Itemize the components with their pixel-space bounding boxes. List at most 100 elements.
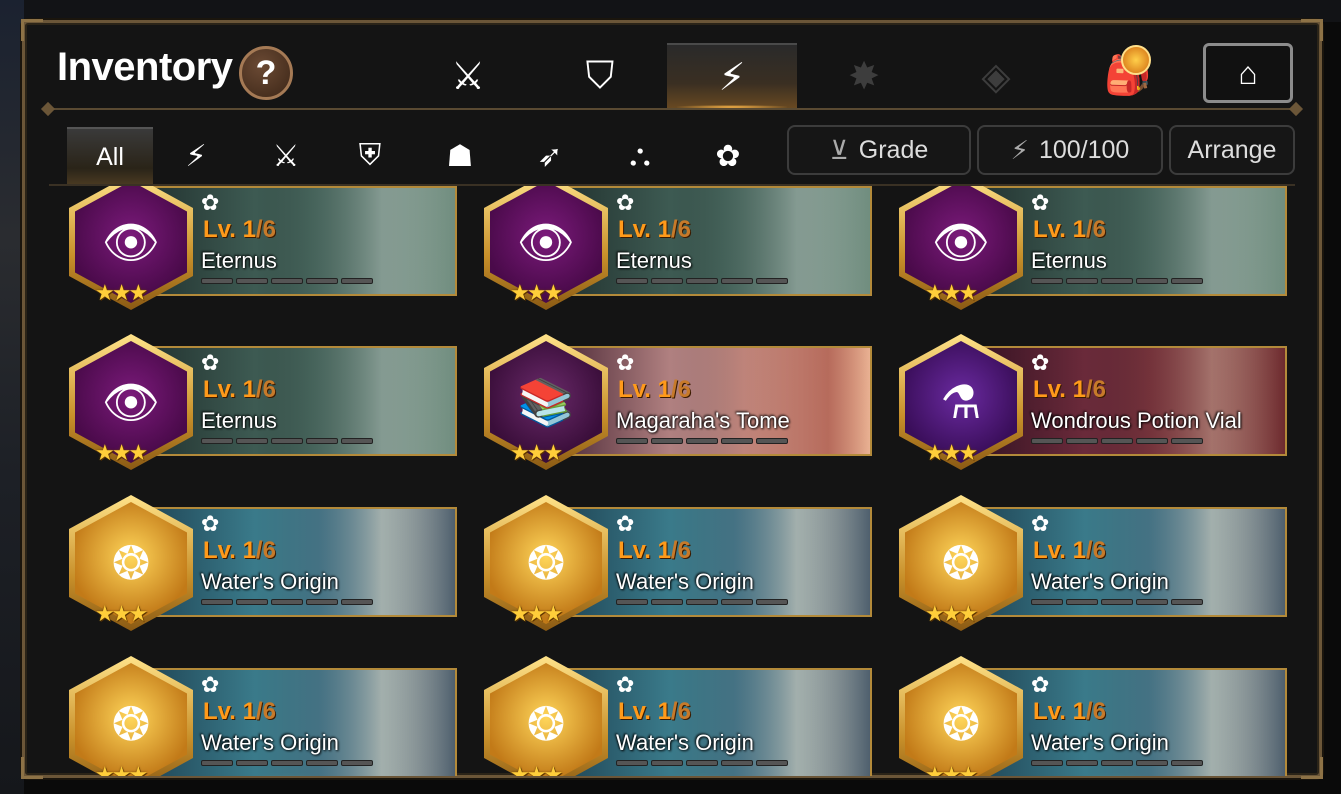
artifact-name: Wondrous Potion Vial: [1031, 408, 1242, 433]
enhance-progress: [616, 599, 788, 605]
artifact-level: Lv. 1/6: [1033, 698, 1106, 725]
enhance-progress: [201, 438, 373, 444]
artifact-icon: ❂: [526, 537, 566, 589]
soul-weaver-icon: ✿: [1031, 672, 1050, 697]
artifact-icon: ❂: [111, 698, 151, 750]
hooded-figure-icon: ☗: [446, 139, 474, 173]
notification-badge: [1121, 45, 1151, 75]
star-rating: ★★★: [925, 762, 978, 776]
cube-icon: ◈: [981, 55, 1011, 98]
filter-all[interactable]: All: [67, 127, 153, 185]
soul-weaver-icon: ✿: [201, 350, 220, 375]
lightning-icon: ⚡: [1010, 134, 1029, 165]
inventory-panel: Inventory ? ⚔ ⛉ ⚡ ✸ ◈ 🎒 ⌂ All ⚡ ⚔ ⛨ ☗ ➶ …: [21, 19, 1325, 779]
artifact-icon: ⚗: [940, 376, 982, 428]
enhance-progress: [1031, 438, 1203, 444]
artifact-card[interactable]: ❂ ★★★ ✿ Lv. 1/6 Water's Origin: [484, 656, 872, 776]
capacity-button[interactable]: ⚡ 100/100: [977, 125, 1163, 175]
artifact-name: Water's Origin: [1031, 569, 1169, 594]
tab-catalysts[interactable]: ✸: [799, 43, 929, 109]
tab-materials[interactable]: ◈: [931, 43, 1061, 109]
artifact-icon: 👁: [931, 216, 991, 268]
filter-knight[interactable]: ⛨: [327, 127, 413, 185]
splash-icon: ✸: [848, 55, 880, 98]
tab-equipment-weapon[interactable]: ⚔: [403, 43, 533, 109]
broken-shield-icon: ⛉: [585, 54, 615, 97]
star-rating: ★★★: [925, 440, 978, 465]
artifact-name: Eternus: [201, 248, 277, 273]
soul-weaver-icon: ✿: [201, 672, 220, 697]
soul-weaver-icon: ✿: [616, 672, 635, 697]
artifact-card[interactable]: ⚗ ★★★ ✿ Lv. 1/6 Wondrous Potion Vial: [899, 334, 1287, 470]
artifact-level: Lv. 1/6: [618, 376, 691, 403]
star-rating: ★★★: [95, 440, 148, 465]
artifact-level: Lv. 1/6: [203, 376, 276, 403]
artifact-icon: ❂: [941, 698, 981, 750]
orbit-lightning-icon: ⚡: [185, 139, 207, 173]
enhance-progress: [616, 760, 788, 766]
star-rating: ★★★: [95, 601, 148, 626]
artifact-name: Magaraha's Tome: [616, 408, 790, 433]
artifact-card[interactable]: ❂ ★★★ ✿ Lv. 1/6 Water's Origin: [899, 656, 1287, 776]
soul-weaver-icon: ✿: [201, 511, 220, 536]
artifact-level: Lv. 1/6: [618, 537, 691, 564]
artifact-card[interactable]: 👁 ★★★ ✿ Lv. 1/6 Eternus: [69, 334, 457, 470]
filter-soul-weaver[interactable]: ✿: [685, 127, 771, 185]
filter-ranger[interactable]: ➶: [507, 127, 593, 185]
page-title: Inventory: [57, 45, 233, 89]
grade-filter-button[interactable]: ⊻ Grade: [787, 125, 971, 175]
crossed-swords-icon: ⚔: [272, 139, 300, 173]
artifact-name: Water's Origin: [616, 730, 754, 755]
artifact-name: Water's Origin: [201, 730, 339, 755]
enhance-progress: [201, 599, 373, 605]
artifact-icon: 📚: [517, 376, 575, 428]
tab-backpack[interactable]: 🎒: [1063, 43, 1193, 109]
artifact-level: Lv. 1/6: [1033, 216, 1106, 243]
star-rating: ★★★: [925, 601, 978, 626]
filter-general[interactable]: ⚡: [153, 127, 239, 185]
artifact-level: Lv. 1/6: [618, 698, 691, 725]
artifact-name: Water's Origin: [616, 569, 754, 594]
artifact-card[interactable]: ❂ ★★★ ✿ Lv. 1/6 Water's Origin: [69, 495, 457, 631]
artifact-name: Eternus: [201, 408, 277, 433]
enhance-progress: [1031, 599, 1203, 605]
artifact-card[interactable]: ❂ ★★★ ✿ Lv. 1/6 Water's Origin: [899, 495, 1287, 631]
knight-shield-icon: ⚔: [450, 55, 486, 98]
filter-thief[interactable]: ☗: [417, 127, 503, 185]
artifact-level: Lv. 1/6: [1033, 537, 1106, 564]
artifact-icon: ❂: [526, 698, 566, 750]
artifact-icon: 👁: [101, 216, 161, 268]
artifact-level: Lv. 1/6: [1033, 376, 1106, 403]
enhance-progress: [201, 760, 373, 766]
artifact-card[interactable]: ❂ ★★★ ✿ Lv. 1/6 Water's Origin: [484, 495, 872, 631]
tab-artifacts[interactable]: ⚡: [667, 43, 797, 109]
star-rating: ★★★: [510, 280, 563, 305]
star-rating: ★★★: [925, 280, 978, 305]
soul-weaver-icon: ✿: [1031, 190, 1050, 215]
filter-warrior[interactable]: ⚔: [243, 127, 329, 185]
enhance-progress: [1031, 760, 1203, 766]
artifact-card[interactable]: 👁 ★★★ ✿ Lv. 1/6 Eternus: [69, 186, 457, 310]
artifact-name: Eternus: [1031, 248, 1107, 273]
artifact-card[interactable]: 👁 ★★★ ✿ Lv. 1/6 Eternus: [899, 186, 1287, 310]
help-button[interactable]: ?: [239, 46, 293, 100]
star-rating: ★★★: [510, 440, 563, 465]
artifact-level: Lv. 1/6: [203, 216, 276, 243]
soul-weaver-icon: ✿: [616, 511, 635, 536]
artifact-card[interactable]: ❂ ★★★ ✿ Lv. 1/6 Water's Origin: [69, 656, 457, 776]
artifact-name: Eternus: [616, 248, 692, 273]
soul-weaver-icon: ✿: [1031, 350, 1050, 375]
shield-icon: ⛨: [358, 139, 382, 172]
arrange-button[interactable]: Arrange: [1169, 125, 1295, 175]
soul-weaver-icon: ✿: [616, 350, 635, 375]
tab-equipment-armor[interactable]: ⛉: [535, 43, 665, 109]
background-left: [0, 0, 24, 794]
artifact-card[interactable]: 📚 ★★★ ✿ Lv. 1/6 Magaraha's Tome: [484, 334, 872, 470]
star-rating: ★★★: [510, 762, 563, 776]
artifact-card[interactable]: 👁 ★★★ ✿ Lv. 1/6 Eternus: [484, 186, 872, 310]
home-button[interactable]: ⌂: [1203, 43, 1293, 103]
filter-mage[interactable]: ⛬: [597, 127, 683, 185]
lightning-icon: ⚡: [718, 56, 746, 99]
artifact-name: Water's Origin: [1031, 730, 1169, 755]
item-grid: 👁 ★★★ ✿ Lv. 1/6 Eternus 👁 ★★★ ✿ Lv. 1/6 …: [25, 186, 1325, 776]
